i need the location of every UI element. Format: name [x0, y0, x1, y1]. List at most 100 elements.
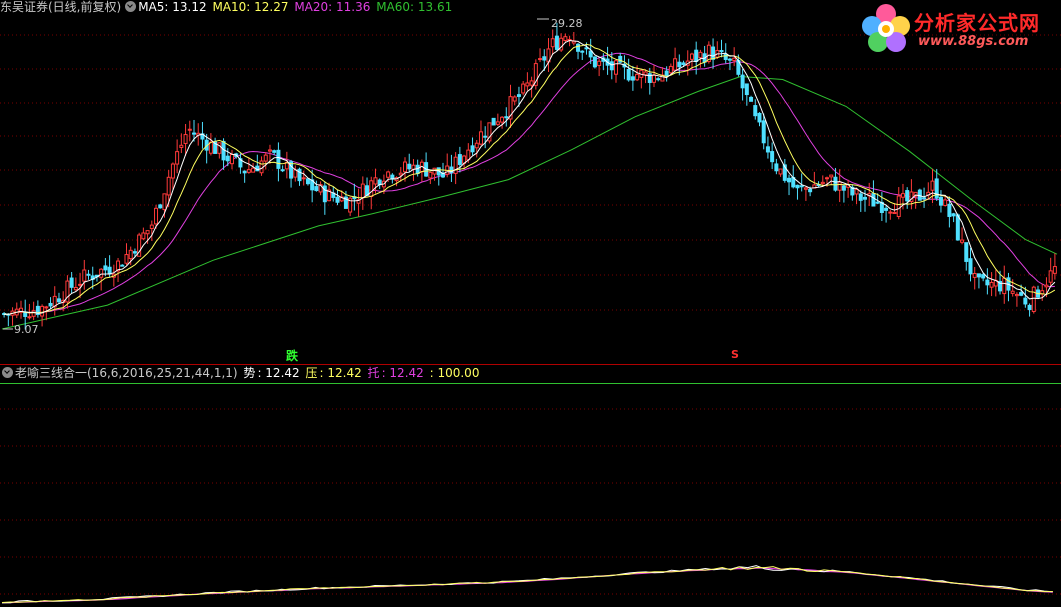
candle-body: [964, 242, 969, 262]
candle-body: [588, 50, 593, 58]
candle-body: [955, 214, 960, 241]
candle-body: [732, 57, 737, 61]
candle-body: [132, 251, 137, 254]
candle-body: [972, 272, 977, 278]
candle-body: [267, 149, 272, 152]
indicator-legend: 老喻三线合一(16,6,2016,25,21,44,1,1) 势: 12.42 …: [0, 366, 481, 380]
candle-body: [888, 211, 893, 214]
candle-body: [597, 60, 602, 66]
tuo-label: 托: [367, 366, 380, 380]
candle-body: [757, 112, 762, 123]
candle-body: [858, 193, 863, 201]
candle-body: [242, 170, 247, 174]
candle-body: [896, 195, 901, 217]
candle-body: [103, 265, 108, 271]
ya-line: [1, 566, 1053, 603]
candle-body: [1023, 297, 1028, 305]
candle-body: [56, 298, 61, 303]
candle-body: [27, 316, 32, 319]
candle-body: [305, 178, 310, 185]
candle-body: [217, 142, 222, 154]
shi-line: [1, 565, 1053, 604]
candle-body: [930, 180, 935, 191]
candle-body: [86, 273, 91, 276]
ya-value: : 12.42: [319, 366, 362, 380]
candle-body: [1010, 290, 1015, 294]
candle-body: [656, 78, 661, 81]
candle-body: [647, 73, 652, 83]
stock-chart-canvas: [0, 18, 1061, 604]
candle-body: [301, 177, 306, 180]
candle-body: [293, 169, 298, 178]
candle-body: [626, 69, 631, 81]
site-logo: 分析家公式网 www.88gs.com: [858, 2, 1058, 54]
indicator-name[interactable]: 老喻三线合一(16,6,2016,25,21,44,1,1): [15, 366, 238, 380]
candle-body: [753, 105, 758, 117]
candle-body: [740, 74, 745, 89]
flower-logo-icon: [862, 4, 910, 52]
candle-body: [272, 150, 277, 153]
ma10-layer: [4, 43, 1056, 315]
candle-body: [259, 160, 264, 174]
candle-body: [761, 120, 766, 144]
candle-body: [360, 183, 365, 199]
candle-body: [787, 177, 792, 183]
ma60-legend: MA60: 13.61: [376, 0, 453, 14]
extra-value: : 100.00: [429, 366, 480, 380]
candle-body: [1031, 286, 1036, 312]
candle-body: [668, 65, 673, 74]
candle-body: [630, 76, 635, 81]
candle-body: [263, 154, 268, 162]
candle-body: [44, 306, 49, 309]
candle-body: [774, 163, 779, 172]
candle-body: [900, 193, 905, 198]
candle-body: [82, 269, 87, 282]
candle-body: [407, 163, 412, 170]
candle-body: [73, 286, 78, 291]
candle-body: [1044, 284, 1049, 288]
candle-body: [335, 196, 340, 203]
candle-body: [664, 70, 669, 77]
candle-body: [960, 239, 965, 243]
candle-body: [550, 38, 555, 48]
candle-body: [1048, 270, 1053, 283]
candle-body: [491, 117, 496, 126]
candle-body: [457, 154, 462, 165]
candle-body: [976, 273, 981, 278]
candle-body: [99, 268, 104, 278]
candle-body: [981, 274, 986, 279]
candle-body: [694, 49, 699, 62]
candle-body: [124, 254, 129, 264]
candle-body: [1014, 293, 1019, 297]
candle-body: [225, 155, 230, 162]
candle-body: [504, 116, 509, 119]
candle-body: [614, 60, 619, 75]
candle-body: [677, 61, 682, 68]
candle-body: [841, 185, 846, 191]
candle-body: [432, 167, 437, 175]
candle-body: [386, 171, 391, 178]
candle-body: [1002, 277, 1007, 295]
candle-body: [166, 176, 171, 196]
candle-body: [428, 171, 433, 179]
candle-body: [1027, 304, 1032, 311]
candle-body: [803, 187, 808, 190]
candle-body: [820, 181, 825, 185]
candle-body: [580, 50, 585, 53]
candle-body: [538, 58, 543, 61]
indicator-dropdown-icon[interactable]: [2, 367, 13, 378]
candle-body: [69, 277, 74, 288]
logo-url[interactable]: www.88gs.com: [918, 34, 1028, 49]
candle-body: [403, 161, 408, 173]
candle-body: [398, 172, 403, 176]
legend-dropdown-icon[interactable]: [125, 1, 137, 12]
ma20-layer: [4, 52, 1055, 315]
shi-value: : 12.42: [257, 366, 300, 380]
candle-body: [251, 167, 256, 173]
shi-label: 势: [243, 366, 256, 380]
stock-title[interactable]: 东吴证券(日线,前复权): [0, 0, 121, 14]
candle-body: [584, 47, 589, 50]
candle-body: [795, 184, 800, 189]
candle-body: [107, 266, 112, 275]
tuo-line: [2, 567, 1053, 604]
